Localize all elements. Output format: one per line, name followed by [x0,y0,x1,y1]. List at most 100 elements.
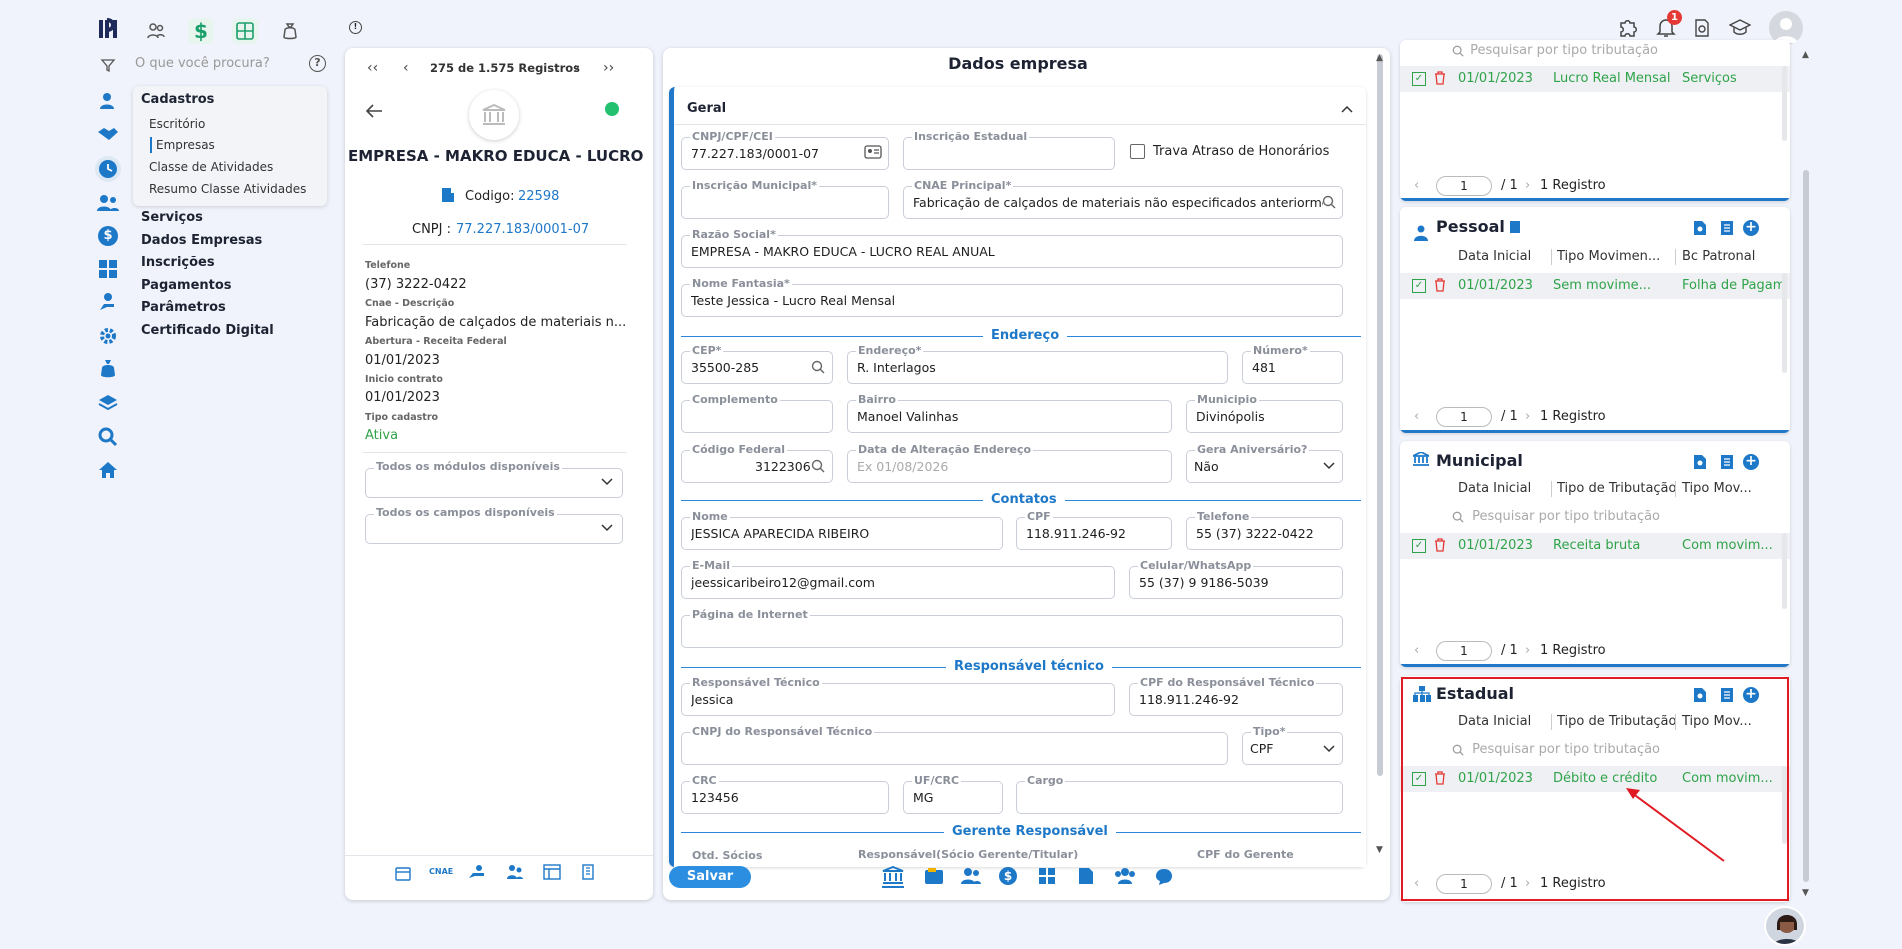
trash-icon[interactable] [1434,538,1446,552]
page-input[interactable]: 1 [1436,641,1492,661]
form-scrollbar[interactable] [1377,54,1383,776]
search-icon[interactable] [1322,195,1336,209]
table-row[interactable]: ✓ 01/01/2023 Lucro Real Mensal Serviços [1400,66,1790,92]
page-input[interactable]: 1 [1436,407,1492,427]
next-page-icon[interactable]: › [1525,643,1530,658]
menu-inscricoes[interactable]: Inscrições [141,255,215,270]
first-record-button[interactable]: ‹‹ [367,60,378,76]
layers-icon[interactable] [96,391,120,415]
menu-pagamentos[interactable]: Pagamentos [141,278,232,293]
graduation-cap-icon[interactable] [1729,18,1751,38]
doc-list-icon[interactable] [1719,454,1739,474]
group-tab-icon[interactable] [1114,867,1136,885]
chevron-down-icon[interactable] [1323,462,1335,470]
next-page-icon[interactable]: › [1525,409,1530,424]
cnpj-value[interactable]: 77.227.183/0001-07 [456,222,589,237]
calendar-icon[interactable] [395,865,411,881]
document-search-icon[interactable] [1693,18,1711,38]
scroll-down-icon[interactable]: ▼ [1802,888,1809,898]
checkbox-checked-icon[interactable]: ✓ [1412,72,1426,86]
last-record-button[interactable]: ›› [603,60,614,76]
doc-tab-icon[interactable] [1078,867,1094,885]
dollar-module-icon[interactable]: $ [188,18,214,44]
tributacao-search[interactable]: Pesquisar por tipo tributação [1452,509,1660,524]
submenu-classe-atividades[interactable]: Classe de Atividades [149,160,273,174]
chat-tab-icon[interactable] [1155,868,1173,886]
trava-checkbox[interactable] [1130,144,1145,159]
table-icon[interactable] [543,864,561,880]
next-page-icon[interactable]: › [1525,178,1530,193]
people-tab-icon[interactable] [961,867,981,885]
user-icon[interactable] [96,89,120,113]
menu-parametros[interactable]: Parâmetros [141,300,226,315]
app-logo[interactable] [98,16,124,42]
chevron-down-icon[interactable] [601,524,613,532]
hand-icon[interactable] [468,864,486,880]
add-icon[interactable]: + [1743,454,1759,470]
table-row[interactable]: ✓ 01/01/2023 Sem movime... Folha de Paga… [1400,273,1790,299]
trash-icon[interactable] [1434,278,1446,292]
gear-icon[interactable] [96,324,120,348]
doc-search-icon[interactable] [1693,220,1713,240]
hand-coin-icon[interactable] [96,290,120,314]
codigo-value[interactable]: 22598 [518,189,559,204]
global-search-input[interactable]: O que você procura? [135,56,270,71]
scroll-up-icon[interactable]: ▲ [1376,53,1383,63]
home-icon[interactable] [96,458,120,482]
calculator-icon[interactable] [96,257,120,281]
handshake-icon[interactable] [96,122,120,146]
filter-icon[interactable] [100,57,116,73]
users-icon[interactable] [96,191,120,215]
submenu-empresas[interactable]: Empresas [156,138,215,152]
table-row[interactable]: ✓ 01/01/2023 Receita bruta Com movim... [1400,533,1790,559]
search-icon[interactable] [96,425,120,449]
menu-servicos[interactable]: Serviços [141,210,203,225]
money-bag-side-icon[interactable] [96,357,120,381]
menu-dados-empresas[interactable]: Dados Empresas [141,233,262,248]
section-geral[interactable]: Geral [687,101,726,116]
chevron-down-icon[interactable] [601,478,613,486]
people-icon[interactable] [507,864,523,880]
prev-page-icon[interactable]: ‹ [1414,643,1419,658]
info-icon[interactable]: ! [349,21,362,34]
add-icon[interactable]: + [1743,220,1759,236]
checkbox-checked-icon[interactable]: ✓ [1412,539,1426,553]
id-card-icon[interactable] [864,145,882,159]
scroll-down-icon[interactable]: ▼ [1376,845,1383,855]
chevron-up-icon[interactable] [1341,105,1353,113]
cnae-icon[interactable]: CNAE [429,867,453,876]
building-doc-icon[interactable] [581,864,597,880]
dollar-tab-icon[interactable]: $ [999,867,1017,885]
tributacao-search[interactable]: Pesquisar por tipo tributação [1452,43,1658,58]
prev-record-button[interactable]: ‹ [403,60,409,76]
id-tab-icon[interactable] [924,867,944,885]
prev-page-icon[interactable]: ‹ [1414,178,1419,193]
puzzle-icon[interactable] [1617,15,1641,39]
help-icon[interactable]: ? [309,55,326,72]
menu-certificado-digital[interactable]: Certificado Digital [141,323,274,338]
next-record-button[interactable]: › [574,60,580,76]
bank-tab-icon[interactable] [882,866,904,888]
chevron-down-icon[interactable] [1323,745,1335,753]
support-avatar[interactable] [1764,906,1806,946]
users-module-icon[interactable] [143,18,169,44]
doc-search-icon[interactable] [1693,454,1713,474]
doc-list-icon[interactable] [1719,220,1739,240]
submenu-escritorio[interactable]: Escritório [149,117,205,131]
calc-tab-icon[interactable] [1039,868,1055,884]
checkbox-checked-icon[interactable]: ✓ [1412,279,1426,293]
right-scrollbar[interactable] [1803,170,1809,882]
menu-cadastros[interactable]: Cadastros [141,92,214,107]
save-button[interactable]: Salvar [669,866,751,888]
page-input[interactable]: 1 [1436,176,1492,196]
scroll-up-icon[interactable]: ▲ [1802,50,1809,60]
submenu-resumo-classe[interactable]: Resumo Classe Atividades [149,182,306,196]
back-arrow-icon[interactable] [365,103,383,119]
search-icon[interactable] [811,360,825,374]
grid-module-icon[interactable] [232,18,258,44]
dollar-icon[interactable]: $ [96,224,120,248]
trash-icon[interactable] [1434,71,1446,85]
search-icon[interactable] [811,459,825,473]
money-bag-icon[interactable] [277,18,303,44]
prev-page-icon[interactable]: ‹ [1414,409,1419,424]
